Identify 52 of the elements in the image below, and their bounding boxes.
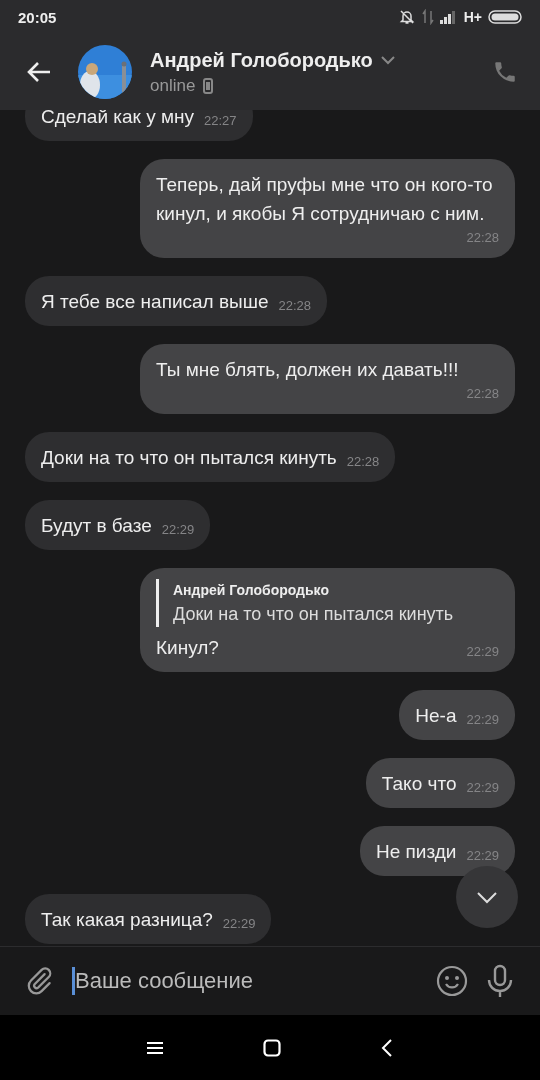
message-text: Будут в базе [41,514,152,538]
home-icon[interactable] [263,1038,281,1057]
chevron-down-icon [476,890,498,904]
sent-message-bubble[interactable]: Не пизди 22:29 [360,826,515,876]
reply-quote: Доки на то что он пытался кинуть [173,603,455,626]
message-time: 22:28 [277,297,312,315]
message-text: Доки на то что он пытался кинуть [41,446,337,470]
sent-message-bubble[interactable]: Теперь, дай пруфы мне что он кого-то кинул, и якобы Я сотрудничаю с ним. 22:28 [140,159,515,258]
chevron-down-icon[interactable] [380,55,395,65]
data-arrows-icon [421,9,434,25]
message-text: Кинул? [156,636,219,660]
smiley-icon[interactable] [436,965,468,997]
message-text: Так какая разница? [41,908,213,932]
sent-message-bubble[interactable]: Андрей Голобородько Доки на то что он пытался кинуть Кинул? 22:29 [140,568,515,672]
message-time: 22:27 [203,112,237,130]
sent-message-bubble[interactable]: Тако что 22:29 [365,758,515,808]
message-time: 22:29 [221,915,256,933]
signal-icon [439,10,458,24]
back-arrow-icon[interactable] [26,61,52,83]
microphone-icon[interactable] [486,964,514,998]
message-time: 22:29 [465,847,499,865]
message-time: 22:29 [160,521,195,539]
message-text: Ты мне блять, должен их давать!!! [156,358,459,382]
message-time: 22:29 [465,643,499,661]
muted-bell-icon [397,8,416,26]
status-time: 20:05 [18,8,57,26]
message-time: 22:28 [345,453,380,471]
contact-status: online [150,75,196,96]
message-text: Тако что [381,772,457,796]
sent-message-bubble[interactable]: Ты мне блять, должен их давать!!! 22:28 [140,344,515,414]
received-message-bubble[interactable]: Так какая разница? 22:29 [25,894,272,944]
battery-icon [488,10,522,24]
network-type: H+ [463,9,482,25]
message-time: 22:28 [465,229,499,247]
message-text: Я тебе все написал выше [41,290,269,314]
message-text: Не-а [415,704,457,728]
received-message-bubble[interactable]: Доки на то что он пытался кинуть 22:28 [25,432,396,482]
message-text: Не пизди [376,840,457,864]
menu-icon[interactable] [147,1040,163,1055]
back-icon[interactable] [381,1038,393,1057]
message-text: Теперь, дай пруфы мне что он кого-то кинул, и якобы Я сотрудничаю с ним. [156,173,494,226]
contact-name[interactable]: Андрей Голобородько [150,48,373,72]
message-time: 22:29 [465,779,499,797]
message-time: 22:28 [465,385,499,403]
sent-message-bubble[interactable]: Не-а 22:29 [399,690,515,740]
received-message-bubble[interactable]: Я тебе все написал выше 22:28 [25,276,328,326]
phone-device-icon [203,77,214,94]
message-time: 22:29 [465,711,499,729]
phone-icon[interactable] [492,59,518,85]
received-message-bubble[interactable]: Будут в базе 22:29 [25,500,211,550]
message-input-field[interactable]: Ваше сообщение [72,967,418,995]
reply-author: Андрей Голобородько [173,581,330,600]
